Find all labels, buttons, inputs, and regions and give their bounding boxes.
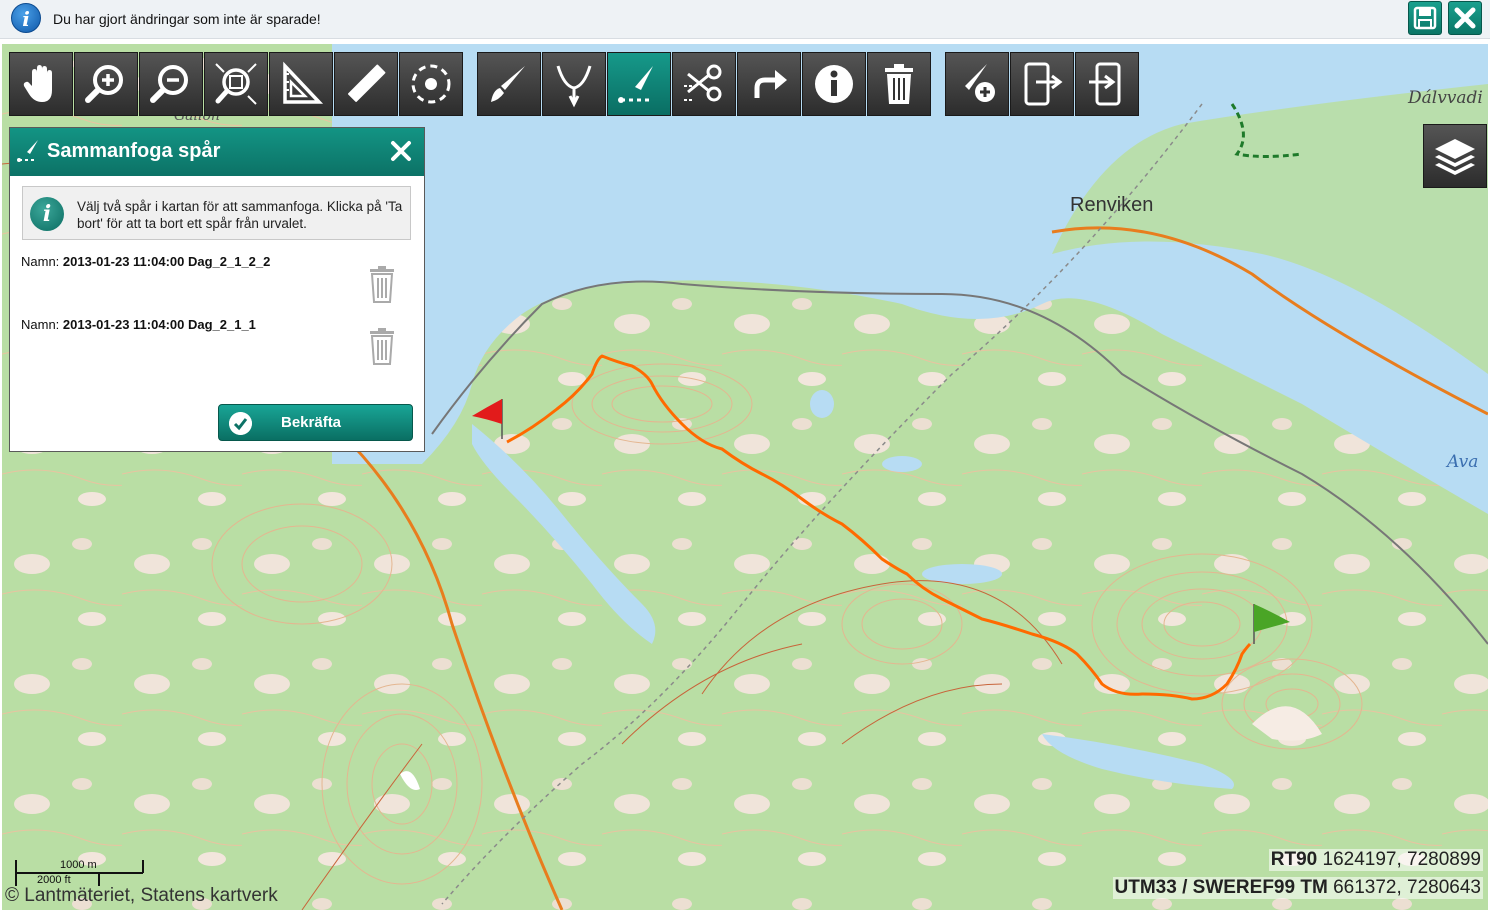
add-marker-button[interactable] bbox=[945, 52, 1009, 116]
track-name-label: Namn: bbox=[21, 254, 60, 269]
merge-track-icon bbox=[17, 140, 38, 162]
zoom-out-icon bbox=[150, 65, 188, 103]
navigation-toolbar bbox=[9, 52, 463, 116]
close-app-button[interactable] bbox=[1448, 1, 1482, 35]
confirm-button[interactable]: Bekräfta bbox=[218, 404, 413, 441]
close-icon bbox=[1454, 7, 1476, 29]
place-label: Ava bbox=[1447, 452, 1479, 472]
track-name: 2013-01-23 11:04:00 Dag_2_1_2_2 bbox=[62, 254, 271, 269]
copyright-text: © Lantmäteriet, Statens kartverk bbox=[5, 885, 278, 906]
zoom-extent-button[interactable] bbox=[204, 52, 268, 116]
redo-arrow-icon bbox=[754, 70, 787, 98]
zoom-extent-icon bbox=[215, 63, 257, 105]
info-icon: i bbox=[30, 197, 64, 231]
coordinate-value: 1624197, 7280899 bbox=[1322, 849, 1482, 870]
panel-header: Sammanfoga spår bbox=[10, 128, 424, 176]
coordinate-value: 661372, 7280643 bbox=[1333, 877, 1481, 898]
zoom-in-button[interactable] bbox=[74, 52, 138, 116]
panel-title: Sammanfoga spår bbox=[47, 140, 221, 162]
track-name-label: Namn: bbox=[21, 317, 60, 332]
device-toolbar bbox=[945, 52, 1139, 116]
measure-area-button[interactable] bbox=[269, 52, 333, 116]
ruler-icon bbox=[348, 64, 386, 102]
place-label: Renviken bbox=[1070, 194, 1154, 216]
split-track-button[interactable] bbox=[542, 52, 606, 116]
circle-select-button[interactable] bbox=[399, 52, 463, 116]
export-device-button[interactable] bbox=[1010, 52, 1074, 116]
circle-select-icon bbox=[411, 64, 451, 104]
export-device-icon bbox=[1024, 62, 1063, 106]
trash-icon bbox=[885, 64, 913, 104]
scale-bar: 1000 m 2000 ft bbox=[15, 858, 145, 888]
reverse-track-button[interactable] bbox=[737, 52, 801, 116]
track-list-item: Namn: 2013-01-23 11:04:00 Dag_2_1_2_2 bbox=[21, 254, 270, 269]
track-name: 2013-01-23 11:04:00 Dag_2_1_1 bbox=[62, 317, 256, 332]
trash-icon[interactable] bbox=[367, 265, 397, 303]
track-info-button[interactable] bbox=[802, 52, 866, 116]
place-label: Dálvvadi bbox=[1408, 88, 1483, 108]
layers-icon bbox=[1435, 139, 1475, 175]
draw-track-button[interactable] bbox=[477, 52, 541, 116]
confirm-label: Bekräfta bbox=[281, 414, 342, 431]
merge-track-button[interactable] bbox=[607, 52, 671, 116]
coordinate-readout-rt90: RT90 1624197, 7280899 bbox=[1268, 849, 1483, 871]
coordinate-system-label: RT90 bbox=[1270, 849, 1318, 870]
save-button[interactable] bbox=[1408, 1, 1442, 35]
info-message-text: Välj två spår i kartan för att sammanfog… bbox=[77, 199, 403, 231]
measure-distance-button[interactable] bbox=[334, 52, 398, 116]
cut-track-button[interactable] bbox=[672, 52, 736, 116]
checkmark-icon bbox=[229, 412, 252, 435]
merge-tracks-panel: Sammanfoga spår i Välj två spår i kartan… bbox=[9, 127, 425, 452]
edit-toolbar bbox=[477, 52, 931, 116]
info-message-box: i Välj två spår i kartan för att sammanf… bbox=[22, 186, 411, 240]
import-device-icon bbox=[1089, 62, 1121, 106]
coordinate-readout-sweref: UTM33 / SWEREF99 TM 661372, 7280643 bbox=[1112, 877, 1483, 899]
coordinate-system-label: UTM33 / SWEREF99 TM bbox=[1114, 877, 1328, 898]
set-square-icon bbox=[283, 61, 324, 104]
layers-button[interactable] bbox=[1423, 124, 1487, 188]
brush-draw-icon bbox=[491, 66, 525, 102]
close-icon[interactable] bbox=[388, 138, 414, 164]
hand-pan-icon bbox=[23, 65, 52, 102]
unsaved-changes-bar: i Du har gjort ändringar som inte är spa… bbox=[0, 0, 1490, 39]
merge-track-icon bbox=[618, 66, 653, 103]
zoom-in-icon bbox=[85, 65, 123, 103]
info-icon bbox=[815, 65, 853, 103]
import-device-button[interactable] bbox=[1075, 52, 1139, 116]
add-marker-icon bbox=[965, 64, 995, 102]
save-icon bbox=[1413, 6, 1437, 30]
zoom-out-button[interactable] bbox=[139, 52, 203, 116]
scale-metric-label: 1000 m bbox=[60, 859, 97, 871]
info-icon: i bbox=[11, 3, 41, 33]
pan-tool-button[interactable] bbox=[9, 52, 73, 116]
split-fork-icon bbox=[556, 65, 592, 108]
track-list-item: Namn: 2013-01-23 11:04:00 Dag_2_1_1 bbox=[21, 317, 256, 332]
unsaved-changes-message: Du har gjort ändringar som inte är spara… bbox=[53, 11, 321, 27]
trash-icon[interactable] bbox=[367, 327, 397, 365]
delete-track-button[interactable] bbox=[867, 52, 931, 116]
scissors-cut-icon bbox=[684, 64, 722, 102]
